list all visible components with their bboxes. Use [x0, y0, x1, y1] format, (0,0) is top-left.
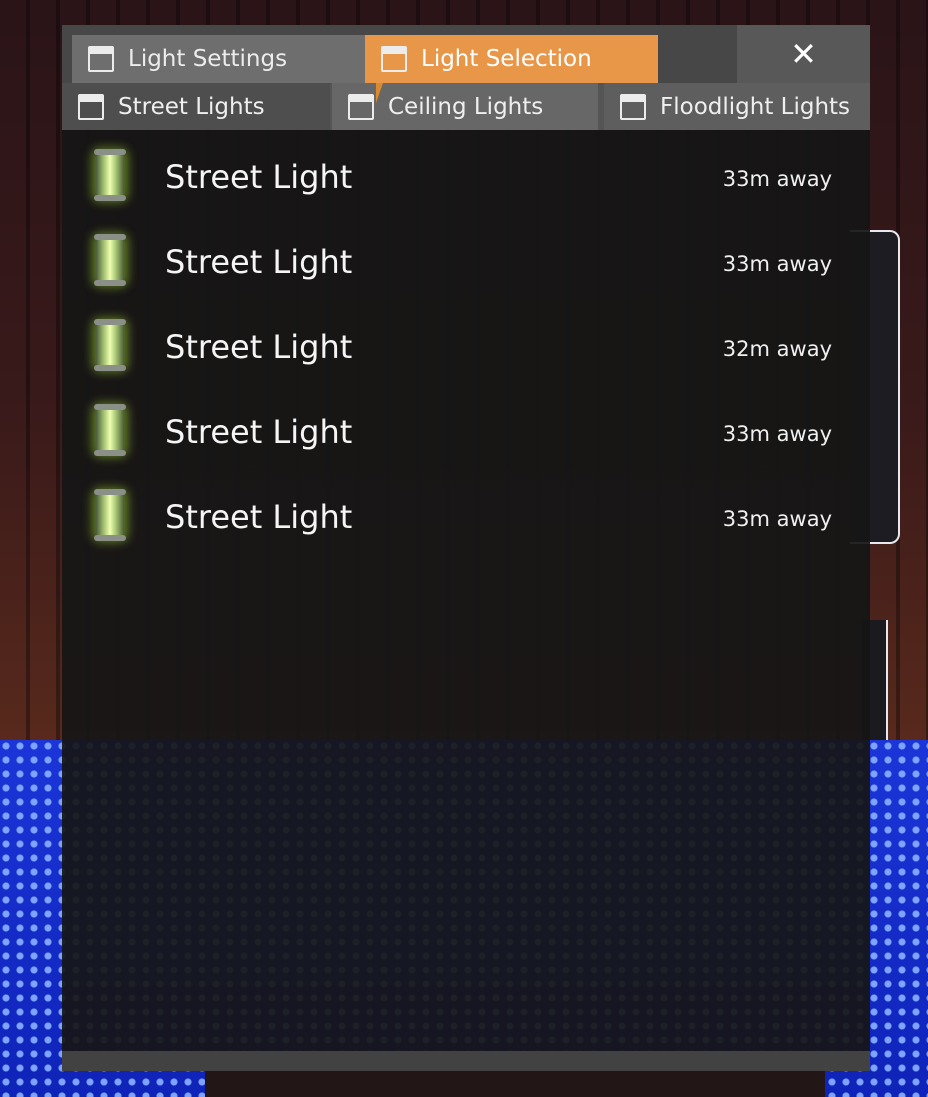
light-name: Street Light — [165, 413, 353, 451]
light-distance: 33m away — [722, 507, 832, 531]
tab-street-lights-label: Street Lights — [118, 93, 265, 120]
mouse-cursor-icon — [376, 83, 390, 103]
light-list-item[interactable]: Street Light 33m away — [62, 478, 870, 563]
tab-street-lights[interactable]: Street Lights — [62, 83, 330, 130]
light-name: Street Light — [165, 158, 353, 196]
light-type-tab-bar: Street Lights Ceiling Lights Floodlight … — [62, 83, 870, 130]
background-stand — [205, 1070, 825, 1097]
light-distance: 32m away — [722, 337, 832, 361]
window-icon — [620, 93, 646, 120]
tab-light-selection-label: Light Selection — [421, 46, 592, 72]
light-list-item[interactable]: Street Light 33m away — [62, 223, 870, 308]
light-name: Street Light — [165, 328, 353, 366]
tab-ceiling-lights-label: Ceiling Lights — [388, 93, 544, 120]
tab-light-settings-label: Light Settings — [128, 46, 288, 72]
street-lamp-icon — [94, 234, 126, 286]
tab-light-settings[interactable]: Light Settings — [72, 35, 365, 83]
close-icon: ✕ — [790, 35, 817, 73]
tab-floodlight-lights-label: Floodlight Lights — [660, 93, 851, 120]
tab-light-selection[interactable]: Light Selection — [365, 35, 658, 83]
street-lamp-icon — [94, 404, 126, 456]
light-list-item[interactable]: Street Light 33m away — [62, 393, 870, 478]
light-name: Street Light — [165, 498, 353, 536]
light-list: Street Light 33m away Street Light 33m a… — [62, 138, 870, 563]
light-distance: 33m away — [722, 252, 832, 276]
window-icon — [78, 93, 104, 120]
window-icon — [88, 46, 114, 72]
window-icon — [348, 93, 374, 120]
light-distance: 33m away — [722, 422, 832, 446]
street-lamp-icon — [94, 149, 126, 201]
tab-floodlight-lights[interactable]: Floodlight Lights — [604, 83, 870, 130]
tab-bar: Light Settings Light Selection ✕ — [62, 25, 870, 83]
light-distance: 33m away — [722, 167, 832, 191]
window-icon — [381, 46, 407, 72]
street-lamp-icon — [94, 489, 126, 541]
tab-ceiling-lights[interactable]: Ceiling Lights — [332, 83, 598, 130]
close-button[interactable]: ✕ — [737, 25, 870, 83]
horizontal-scrollbar[interactable] — [62, 1051, 870, 1071]
light-list-item[interactable]: Street Light 33m away — [62, 138, 870, 223]
light-name: Street Light — [165, 243, 353, 281]
light-list-item[interactable]: Street Light 32m away — [62, 308, 870, 393]
street-lamp-icon — [94, 319, 126, 371]
light-selection-panel: Light Settings Light Selection ✕ Street … — [62, 25, 870, 1071]
